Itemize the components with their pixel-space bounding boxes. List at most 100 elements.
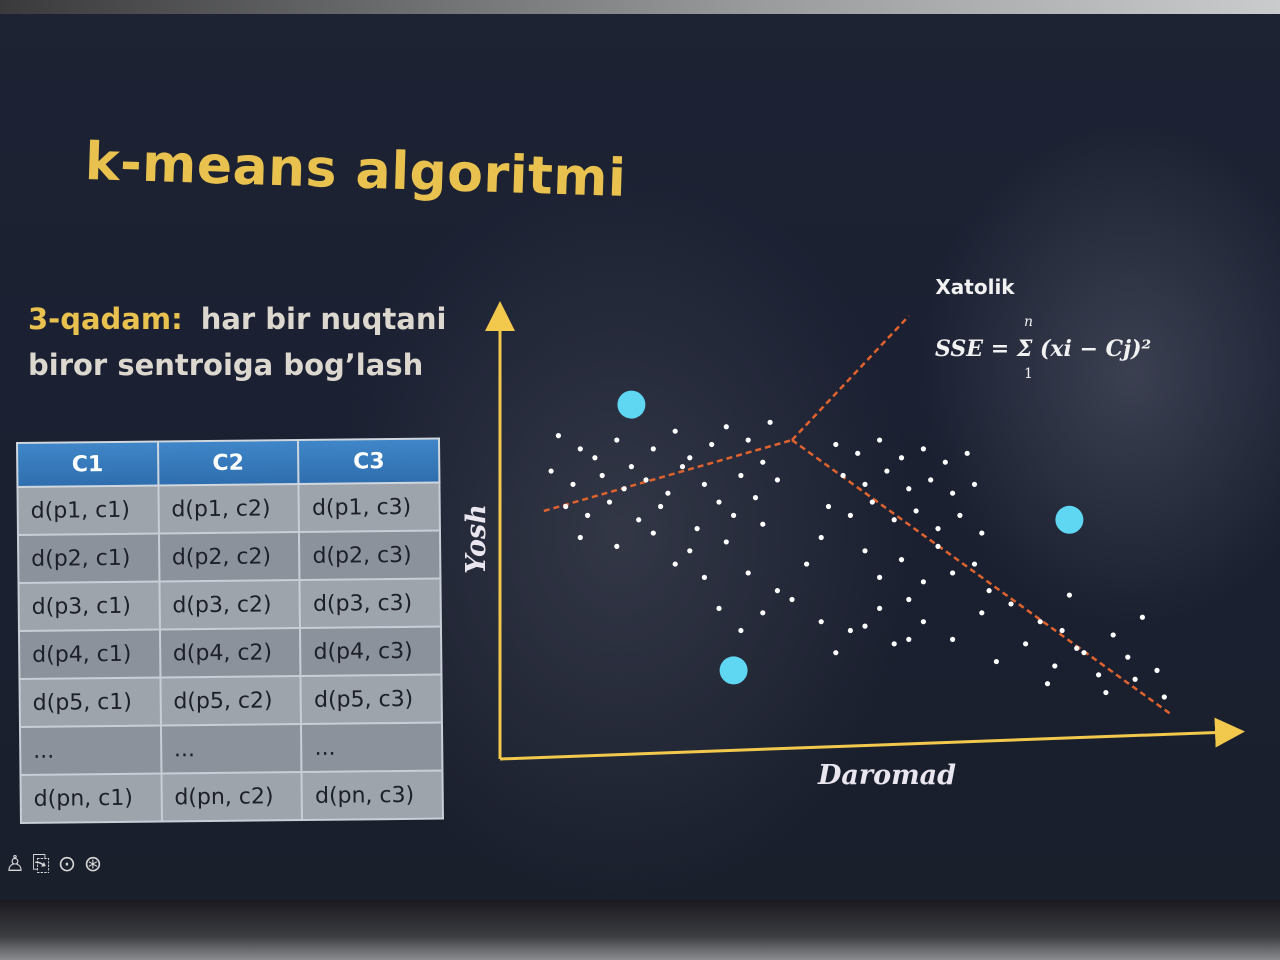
table-row: d(p1, c1) d(p1, c2) d(p1, c3) [17, 482, 440, 535]
data-point [1139, 614, 1145, 620]
data-point [709, 441, 715, 448]
data-point [767, 419, 773, 425]
data-point [760, 610, 766, 616]
kmeans-plot: Yosh Daromad Xatolik SSE = Σ (xi − Cj)² … [461, 275, 1245, 791]
data-point [833, 650, 839, 656]
data-point [672, 561, 678, 567]
person-icon[interactable]: ♙ [4, 852, 26, 877]
data-point [847, 512, 853, 518]
table-cell: d(p5, c1) [19, 677, 161, 727]
table-row: d(p5, c1) d(p5, c2) d(p5, c3) [19, 674, 442, 727]
data-point [555, 433, 561, 439]
data-point [1110, 632, 1116, 638]
table-row: ......... [19, 722, 443, 775]
data-point [687, 455, 693, 461]
centroid-c2 [1055, 505, 1084, 534]
bezel-bottom [0, 900, 1280, 960]
table-cell: d(pn, c1) [20, 773, 162, 823]
next-icon[interactable]: ⊛ [82, 852, 104, 877]
data-point [986, 588, 992, 594]
annotation-title: Xatolik [935, 275, 1015, 299]
data-point [920, 579, 926, 585]
table-cell: ... [160, 724, 302, 774]
data-point [891, 517, 897, 523]
table-row: d(p4, c1) d(p4, c2) d(p4, c3) [18, 626, 442, 679]
step-description: 3-qadam: har bir nuqtani biror sentroiga … [28, 296, 446, 388]
data-point [818, 619, 824, 625]
data-point [563, 503, 569, 510]
data-point [658, 503, 664, 510]
data-point [1154, 667, 1160, 673]
table-header-c1: C1 [17, 441, 159, 487]
data-point [1059, 627, 1065, 634]
data-point [855, 450, 861, 456]
sse-upper-limit: n [1024, 314, 1033, 330]
data-point [1132, 676, 1138, 682]
data-point [942, 459, 948, 465]
data-point [577, 534, 583, 541]
data-point [650, 446, 656, 452]
data-point [606, 499, 613, 505]
data-point [1037, 619, 1043, 625]
data-point [993, 658, 1000, 665]
data-point [687, 548, 693, 554]
data-point [877, 437, 883, 443]
data-point [1052, 663, 1058, 669]
more-icon[interactable]: ⊙ [56, 852, 78, 877]
table-cell: ... [301, 722, 443, 773]
sse-lower-limit: 1 [1024, 366, 1033, 382]
data-point [716, 499, 722, 505]
data-point [643, 477, 649, 483]
table-cell: d(p5, c2) [160, 676, 302, 726]
data-point [877, 574, 883, 580]
slide-title: k-means algoritmi [84, 132, 628, 209]
data-point [723, 424, 729, 430]
data-point [738, 472, 744, 479]
data-point [745, 437, 751, 443]
data-point [701, 574, 707, 580]
table-cell: d(pn, c3) [301, 770, 443, 821]
data-point [585, 512, 591, 518]
data-point [701, 481, 707, 487]
data-point [869, 499, 875, 505]
data-point [898, 455, 905, 461]
table-cell: d(p4, c2) [159, 628, 301, 678]
step-text-line2: biror sentroiga bog’lash [28, 348, 424, 382]
data-point [716, 605, 722, 611]
data-point [723, 539, 729, 545]
table-row: d(pn, c1) d(pn, c2) d(pn, c3) [20, 770, 443, 823]
data-point [898, 557, 905, 563]
data-point [906, 596, 912, 603]
data-point [1044, 681, 1051, 687]
table-cell: d(p1, c2) [158, 484, 300, 534]
table-cell: d(p4, c3) [300, 626, 442, 677]
cluster-boundary [791, 439, 1173, 716]
data-point [979, 530, 985, 536]
data-point [679, 464, 686, 470]
data-point [1066, 592, 1072, 598]
centroid-c1 [617, 390, 646, 419]
data-point [964, 450, 970, 456]
data-point [913, 508, 919, 514]
data-point [862, 481, 868, 487]
data-point [577, 446, 583, 452]
table-row: d(p2, c1) d(p2, c2) d(p2, c3) [17, 530, 441, 583]
table-cell: d(p3, c3) [299, 578, 441, 629]
cc-icon[interactable]: ⎘ [30, 852, 52, 877]
data-point [760, 459, 766, 465]
data-point [752, 495, 759, 501]
data-point [862, 548, 868, 554]
data-point [1161, 694, 1167, 700]
step-text-line1: har bir nuqtani [200, 302, 447, 336]
data-point [745, 570, 751, 576]
centroid-c3 [719, 656, 748, 685]
cluster-boundary [791, 315, 910, 441]
data-point [906, 486, 912, 492]
data-point [928, 477, 934, 483]
data-point [804, 561, 810, 567]
table-header-c3: C3 [298, 438, 440, 485]
data-point [920, 619, 926, 625]
data-point [650, 530, 656, 536]
data-point [1103, 689, 1109, 696]
table-cell: d(p4, c1) [18, 629, 161, 679]
